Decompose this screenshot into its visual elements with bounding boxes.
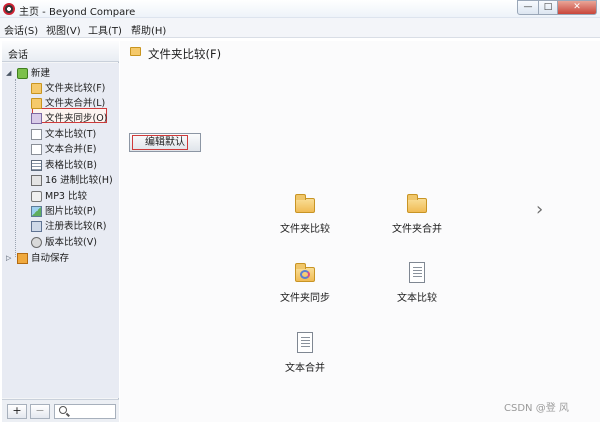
add-session-button[interactable]: + xyxy=(7,404,27,419)
tree-group-label: 新建 xyxy=(31,68,51,79)
sidebar-item-label: 表格比较(B) xyxy=(45,160,97,171)
tile-label: 文件夹比较 xyxy=(280,224,330,235)
minimize-button[interactable]: — xyxy=(517,0,539,15)
sidebar-item-mp3-compare[interactable]: MP3 比较 xyxy=(31,189,117,204)
folder-compare-icon xyxy=(130,47,141,56)
sidebar-item-registry-compare[interactable]: 注册表比较(R) xyxy=(31,219,117,234)
document-icon xyxy=(406,262,428,284)
menu-session[interactable]: 会话(S) xyxy=(4,22,38,37)
tile-text-compare[interactable]: 文本比较 xyxy=(382,262,452,306)
folder-icon xyxy=(294,193,316,215)
picture-compare-icon xyxy=(31,206,42,217)
title-bar: 主页 - Beyond Compare — □ ✕ xyxy=(0,0,600,18)
maximize-icon: □ xyxy=(543,2,553,12)
sidebar-item-version-compare[interactable]: 版本比较(V) xyxy=(31,235,117,250)
session-tree: ◢ 新建 文件夹比较(F) 文件夹合并(L) 文件夹同步(O) 文本比较(T) … xyxy=(2,63,119,398)
text-merge-icon xyxy=(31,144,42,155)
app-logo-icon xyxy=(3,3,15,15)
tree-group-label: 自动保存 xyxy=(31,253,70,264)
sidebar-item-folder-merge[interactable]: 文件夹合并(L) xyxy=(31,96,117,111)
sidebar-item-folder-compare[interactable]: 文件夹比较(F) xyxy=(31,81,117,96)
sidebar-item-label: 文本比较(T) xyxy=(45,129,97,140)
sidebar-item-text-merge[interactable]: 文本合并(E) xyxy=(31,142,117,157)
mp3-compare-icon xyxy=(31,191,42,202)
menu-help[interactable]: 帮助(H) xyxy=(131,22,166,37)
minimize-icon: — xyxy=(523,2,533,12)
tree-group-autosave[interactable]: ▷ 自动保存 xyxy=(6,251,116,266)
search-icon xyxy=(59,406,67,414)
folder-compare-icon xyxy=(31,83,42,94)
folder-sync-icon xyxy=(31,113,42,124)
session-search-input[interactable] xyxy=(54,404,116,419)
close-icon: ✕ xyxy=(573,2,581,12)
window-title: 主页 - Beyond Compare xyxy=(19,7,136,18)
tree-guide-line xyxy=(15,79,16,257)
tile-folder-merge[interactable]: 文件夹合并 xyxy=(382,193,452,237)
sidebar-item-label: 注册表比较(R) xyxy=(45,221,107,232)
autosave-icon xyxy=(17,253,28,264)
document-icon xyxy=(294,332,316,354)
page-title: 文件夹比较(F) xyxy=(148,47,222,61)
main-panel: 文件夹比较(F) 编辑默认 文件夹比较 文件夹合并 文件夹同步 文本比较 文本合… xyxy=(120,41,600,422)
edit-defaults-button[interactable]: 编辑默认 xyxy=(129,133,201,152)
table-compare-icon xyxy=(31,160,42,171)
sidebar-item-label: 文件夹同步(O) xyxy=(45,113,108,124)
button-highlight xyxy=(132,135,188,150)
sidebar-header: 会话 xyxy=(2,41,119,62)
sidebar-item-label: 16 进制比较(H) xyxy=(45,175,113,186)
close-button[interactable]: ✕ xyxy=(557,0,597,15)
tile-label: 文本比较 xyxy=(397,293,437,304)
maximize-button[interactable]: □ xyxy=(538,0,558,15)
sidebar-item-folder-sync[interactable]: 文件夹同步(O) xyxy=(31,111,117,126)
tile-folder-sync[interactable]: 文件夹同步 xyxy=(270,262,340,306)
watermark: CSDN @登 风 xyxy=(504,403,569,414)
registry-compare-icon xyxy=(31,221,42,232)
tile-label: 文件夹同步 xyxy=(280,293,330,304)
text-compare-icon xyxy=(31,129,42,140)
sidebar-item-label: MP3 比较 xyxy=(45,191,87,202)
tile-label: 文本合并 xyxy=(285,363,325,374)
sidebar-item-text-compare[interactable]: 文本比较(T) xyxy=(31,127,117,142)
expand-arrow-icon[interactable]: ▷ xyxy=(6,251,14,266)
new-session-icon xyxy=(17,68,28,79)
menu-bar: 会话(S) 视图(V) 工具(T) 帮助(H) xyxy=(0,18,600,38)
version-compare-icon xyxy=(31,237,42,248)
main-header: 文件夹比较(F) xyxy=(120,41,600,65)
sidebar-item-label: 图片比较(P) xyxy=(45,206,97,217)
next-page-arrow-icon[interactable]: › xyxy=(536,199,543,220)
sidebar-item-hex-compare[interactable]: 16 进制比较(H) xyxy=(31,173,117,188)
folder-sync-icon xyxy=(294,262,316,284)
remove-session-button[interactable]: − xyxy=(30,404,50,419)
folder-icon xyxy=(406,193,428,215)
folder-merge-icon xyxy=(31,98,42,109)
sidebar-item-table-compare[interactable]: 表格比较(B) xyxy=(31,158,117,173)
sidebar-item-label: 文本合并(E) xyxy=(45,144,97,155)
sidebar-item-label: 文件夹比较(F) xyxy=(45,83,106,94)
sidebar-footer: + − xyxy=(2,399,119,422)
sidebar-item-label: 版本比较(V) xyxy=(45,237,97,248)
tile-label: 文件夹合并 xyxy=(392,224,442,235)
tile-folder-compare[interactable]: 文件夹比较 xyxy=(270,193,340,237)
sidebar-item-picture-compare[interactable]: 图片比较(P) xyxy=(31,204,117,219)
tile-text-merge[interactable]: 文本合并 xyxy=(270,332,340,376)
hex-compare-icon xyxy=(31,175,42,186)
menu-tools[interactable]: 工具(T) xyxy=(88,22,122,37)
menu-view[interactable]: 视图(V) xyxy=(46,22,81,37)
collapse-arrow-icon[interactable]: ◢ xyxy=(6,66,14,81)
tree-group-new[interactable]: ◢ 新建 xyxy=(6,66,116,81)
session-sidebar: 会话 ◢ 新建 文件夹比较(F) 文件夹合并(L) 文件夹同步(O) 文本比较(… xyxy=(2,41,119,422)
sidebar-item-label: 文件夹合并(L) xyxy=(45,98,106,109)
